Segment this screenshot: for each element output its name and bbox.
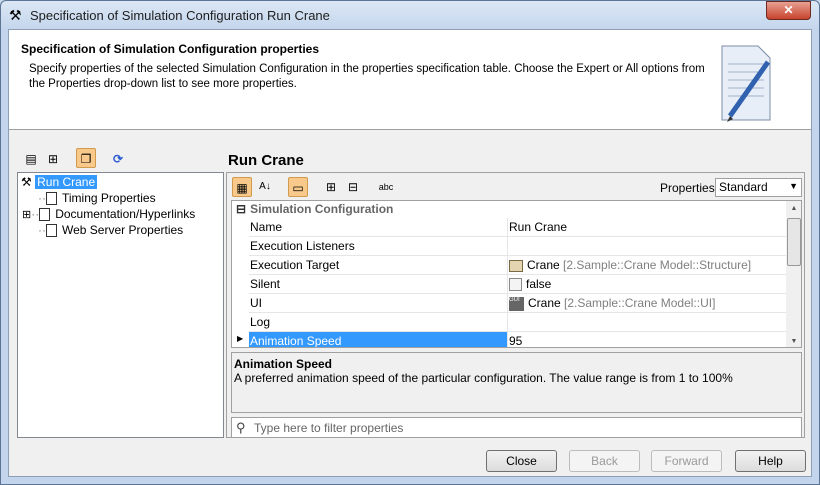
chevron-down-icon: ▼ xyxy=(789,181,798,191)
description-panel: Animation Speed A preferred animation sp… xyxy=(231,352,802,413)
structure-icon xyxy=(509,259,523,272)
document-icon xyxy=(46,192,57,206)
table-row[interactable]: UI GUI Crane [2.Sample::Crane Model::UI] xyxy=(249,294,786,313)
tree-view-icon[interactable]: ⊞ xyxy=(43,149,63,169)
document-icon xyxy=(46,224,57,238)
properties-dropdown[interactable]: Standard ▼ xyxy=(715,178,802,197)
property-name: Execution Target xyxy=(249,256,508,274)
tree-root-label: Run Crane xyxy=(35,175,98,189)
search-icon: ⚲ xyxy=(236,420,246,435)
table-row[interactable]: Log xyxy=(249,313,786,332)
tree-item-web-server[interactable]: ·· Web Server Properties xyxy=(38,223,184,238)
description-title: Animation Speed xyxy=(234,357,333,371)
scrollbar-thumb[interactable] xyxy=(787,218,801,266)
scroll-up-icon[interactable]: ▲ xyxy=(786,205,801,212)
table-row[interactable]: Execution Listeners xyxy=(249,237,786,256)
tree-item-documentation[interactable]: ⊞·· Documentation/Hyperlinks xyxy=(22,207,196,222)
app-icon: ⚒ xyxy=(9,7,22,23)
table-row[interactable]: Name Run Crane xyxy=(249,218,786,237)
property-name: Name xyxy=(249,218,508,236)
properties-dropdown-value: Standard xyxy=(719,180,768,194)
categorized-view-button[interactable]: ▦ xyxy=(232,177,252,197)
expand-icon[interactable]: ⊞ xyxy=(22,209,31,221)
help-button[interactable]: Help xyxy=(735,450,806,472)
filter-placeholder: Type here to filter properties xyxy=(254,421,404,435)
collapse-icon[interactable]: ⊟ xyxy=(236,202,246,216)
expand-all-icon[interactable]: ⊞ xyxy=(321,177,341,197)
tree-item-run-crane[interactable]: ⚒ Run Crane xyxy=(21,175,98,189)
window-title: Specification of Simulation Configuratio… xyxy=(30,8,330,23)
sort-alphabetically-icon[interactable]: A↓ xyxy=(255,177,275,197)
tree-item-label: Timing Properties xyxy=(62,191,156,205)
property-value[interactable]: 95 xyxy=(508,332,523,348)
forward-button[interactable]: Forward xyxy=(651,450,722,472)
gui-icon: GUI xyxy=(509,296,524,311)
table-row[interactable]: Execution Target Crane [2.Sample::Crane M… xyxy=(249,256,786,275)
property-value[interactable]: Crane [2.Sample::Crane Model::Structure] xyxy=(508,256,751,274)
properties-label: Properties: xyxy=(660,181,719,195)
group-label: Simulation Configuration xyxy=(250,202,394,216)
navigation-tree[interactable]: ⚒ Run Crane ·· Timing Properties ⊞·· Docum… xyxy=(17,172,224,438)
table-view-icon[interactable]: ▤ xyxy=(21,149,41,169)
value-qualifier: [2.Sample::Crane Model::Structure] xyxy=(563,258,752,272)
value-qualifier: [2.Sample::Crane Model::UI] xyxy=(564,296,716,310)
group-header[interactable]: ⊟ Simulation Configuration xyxy=(232,201,786,218)
value-text: Run Crane xyxy=(509,220,568,234)
silent-checkbox[interactable] xyxy=(509,278,522,292)
spelling-icon[interactable]: abc xyxy=(376,177,396,197)
property-name: Execution Listeners xyxy=(249,237,508,255)
scroll-down-icon[interactable]: ▼ xyxy=(786,338,801,345)
compact-view-button[interactable]: ❐ xyxy=(76,148,96,168)
property-value[interactable] xyxy=(508,237,509,255)
collapse-all-icon[interactable]: ⊟ xyxy=(343,177,363,197)
filter-input[interactable]: ⚲ Type here to filter properties xyxy=(231,417,802,438)
table-row-selected[interactable]: Animation Speed 95 xyxy=(249,332,786,348)
property-name: Log xyxy=(249,313,508,331)
document-pencil-icon xyxy=(718,42,774,122)
document-icon xyxy=(39,208,51,222)
value-text: false xyxy=(526,277,552,291)
value-text: Crane xyxy=(527,258,560,272)
close-button[interactable]: Close xyxy=(486,450,557,472)
property-name: Animation Speed xyxy=(249,332,508,347)
property-value[interactable]: GUI Crane [2.Sample::Crane Model::UI] xyxy=(508,294,715,312)
value-text: 95 xyxy=(509,334,523,348)
property-name: UI xyxy=(249,294,508,312)
property-name: Silent xyxy=(249,275,508,293)
value-text: Crane xyxy=(528,296,561,310)
property-value[interactable]: false xyxy=(508,275,551,293)
panel-title: Run Crane xyxy=(228,152,304,169)
table-row[interactable]: Silent false xyxy=(249,275,786,294)
header-title: Specification of Simulation Configuratio… xyxy=(21,42,320,56)
vertical-scrollbar[interactable]: ▲ ▼ xyxy=(786,201,801,347)
property-value[interactable] xyxy=(508,313,509,331)
tree-item-label: Web Server Properties xyxy=(62,223,184,237)
properties-table: ⊟ Simulation Configuration Name Run Crane … xyxy=(231,200,802,348)
tree-item-label: Documentation/Hyperlinks xyxy=(55,207,196,221)
description-text: A preferred animation speed of the parti… xyxy=(234,371,733,385)
header-description: Specify properties of the selected Simul… xyxy=(29,63,705,90)
back-button[interactable]: Back xyxy=(569,450,640,472)
tree-item-timing[interactable]: ·· Timing Properties xyxy=(38,191,156,206)
property-value[interactable]: Run Crane xyxy=(508,218,567,236)
tools-icon: ⚒ xyxy=(21,175,32,189)
show-description-button[interactable]: ▭ xyxy=(288,177,308,197)
refresh-icon[interactable]: ⟳ xyxy=(108,149,128,169)
close-window-button[interactable]: ✕ xyxy=(766,1,811,20)
row-pointer-icon: ▶ xyxy=(237,334,244,343)
